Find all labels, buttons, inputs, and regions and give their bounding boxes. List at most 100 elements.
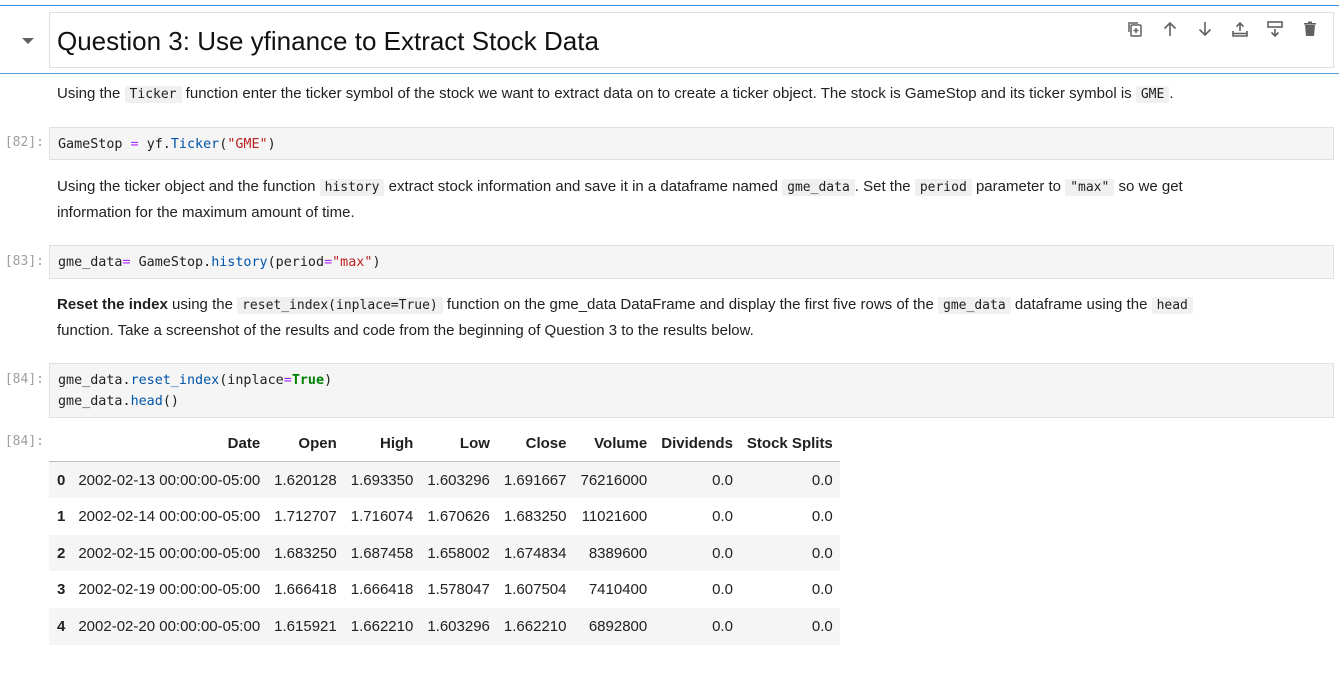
table-cell: 0.0	[811, 617, 833, 635]
table-cell: 1.662210	[350, 617, 414, 635]
md-text: . Set the	[854, 178, 915, 195]
table-header-row: Date Open High Low Close Volume Dividend…	[49, 425, 840, 463]
row-index: 3	[57, 581, 66, 599]
table-cell: 1.607504	[503, 581, 567, 599]
table-cell: 0.0	[712, 617, 733, 635]
md-text: .	[1169, 85, 1174, 102]
table-cell: 1.603296	[427, 471, 490, 489]
row-index: 4	[57, 617, 66, 635]
column-header: Dividends	[654, 425, 740, 463]
row-index: 1	[57, 507, 66, 525]
column-header: Close	[496, 425, 574, 463]
md-text: function enter the ticker symbol of the …	[181, 85, 1136, 102]
table-cell: 1.683250	[503, 507, 567, 525]
table-cell: 1.662210	[503, 617, 567, 635]
table-cell: 0.0	[811, 544, 833, 562]
table-row: 3 2002-02-19 00:00:00-05:00 1.666418 1.6…	[49, 571, 840, 608]
table-cell: 0.0	[712, 544, 733, 562]
code-token: )	[324, 373, 333, 388]
code-token: gme_data.	[58, 394, 131, 409]
code-operator: =	[283, 373, 292, 388]
column-header: Stock Splits	[739, 425, 840, 463]
table-cell: 2002-02-14 00:00:00-05:00	[78, 507, 261, 525]
inline-code-history: history	[319, 179, 385, 196]
insert-below-icon[interactable]	[1264, 18, 1286, 40]
table-cell: 0.0	[811, 471, 833, 489]
md-text: function on the gme_data DataFrame and d…	[442, 296, 939, 313]
duplicate-icon[interactable]	[1124, 18, 1146, 40]
md-text: parameter to	[971, 178, 1066, 195]
code-function: head	[130, 394, 163, 409]
inline-code-reset-index: reset_index(inplace=True)	[237, 297, 443, 314]
code-cell-84[interactable]: gme_data.reset_index(inplace=True) gme_d…	[49, 363, 1334, 418]
md-text: function. Take a screenshot of the resul…	[57, 322, 754, 339]
table-cell: 8389600	[588, 544, 648, 562]
table-cell: 1.693350	[350, 471, 414, 489]
table-cell: 1.615921	[274, 617, 337, 635]
table-cell: 0.0	[712, 581, 733, 599]
cell-top-border	[0, 5, 1339, 6]
table-row: 0 2002-02-13 00:00:00-05:00 1.620128 1.6…	[49, 461, 840, 499]
inline-code-max: "max"	[1065, 179, 1115, 196]
code-function: reset_index	[130, 373, 220, 388]
md-text: information for the maximum amount of ti…	[57, 204, 355, 221]
md-text: Using the ticker object and the function	[57, 178, 320, 195]
code-operator: =	[324, 255, 333, 270]
table-cell: 1.666418	[274, 581, 337, 599]
markdown-reset-index-instructions: Reset the index using the reset_index(in…	[57, 292, 1317, 343]
table-cell: 11021600	[581, 507, 648, 525]
code-token: yf.	[146, 137, 171, 152]
input-prompt-84: [84]:	[4, 372, 44, 387]
table-cell: 1.716074	[350, 507, 414, 525]
insert-above-icon[interactable]	[1229, 18, 1251, 40]
inline-code-head: head	[1151, 297, 1193, 314]
table-cell: 0.0	[811, 581, 833, 599]
collapse-chevron-icon[interactable]	[22, 38, 34, 44]
input-prompt-83: [83]:	[4, 254, 44, 269]
table-cell: 6892800	[588, 617, 648, 635]
table-row: 1 2002-02-14 00:00:00-05:00 1.712707 1.7…	[49, 498, 840, 535]
code-token: (period	[267, 255, 325, 270]
code-cell-83[interactable]: gme_data= GameStop.history(period="max")	[49, 245, 1334, 279]
column-header: Low	[420, 425, 497, 463]
move-down-icon[interactable]	[1194, 18, 1216, 40]
table-cell: 2002-02-13 00:00:00-05:00	[78, 471, 261, 489]
code-token: (inplace	[219, 373, 284, 388]
code-token: GameStop.	[130, 255, 212, 270]
md-text: so we get	[1114, 178, 1183, 195]
table-cell: 1.674834	[503, 544, 567, 562]
inline-code-ticker: Ticker	[124, 86, 182, 103]
table-cell: 0.0	[712, 471, 733, 489]
code-token: ()	[162, 394, 179, 409]
code-string: "GME"	[227, 137, 268, 152]
md-text: extract stock information and save it in…	[384, 178, 783, 195]
table-cell: 2002-02-19 00:00:00-05:00	[78, 581, 261, 599]
md-text: dataframe using the	[1010, 296, 1152, 313]
move-up-icon[interactable]	[1159, 18, 1181, 40]
table-cell: 1.658002	[427, 544, 490, 562]
code-token: )	[372, 255, 381, 270]
code-cell-82[interactable]: GameStop = yf.Ticker("GME")	[49, 127, 1334, 160]
md-text: using the	[167, 296, 238, 313]
table-row: 2 2002-02-15 00:00:00-05:00 1.683250 1.6…	[49, 534, 840, 572]
table-cell: 1.578047	[427, 581, 490, 599]
input-prompt-82: [82]:	[4, 135, 44, 150]
inline-code-gme-data: gme_data	[938, 297, 1011, 314]
table-row: 4 2002-02-20 00:00:00-05:00 1.615921 1.6…	[49, 607, 840, 645]
column-header: Volume	[573, 425, 655, 463]
heading-title: Question 3: Use yfinance to Extract Stoc…	[57, 26, 599, 56]
column-header	[49, 425, 72, 463]
inline-code-period: period	[914, 179, 972, 196]
cell-toolbar	[1124, 18, 1321, 40]
table-cell: 1.666418	[350, 581, 414, 599]
dataframe-output-table: Date Open High Low Close Volume Dividend…	[49, 425, 840, 645]
inline-code-gme-data: gme_data	[782, 179, 855, 196]
table-cell: 1.603296	[427, 617, 490, 635]
table-cell: 0.0	[811, 507, 833, 525]
table-cell: 1.620128	[274, 471, 337, 489]
table-cell: 0.0	[712, 507, 733, 525]
table-cell: 2002-02-20 00:00:00-05:00	[78, 617, 261, 635]
delete-icon[interactable]	[1299, 18, 1321, 40]
output-prompt-84: [84]:	[4, 434, 44, 449]
table-cell: 1.712707	[274, 507, 337, 525]
